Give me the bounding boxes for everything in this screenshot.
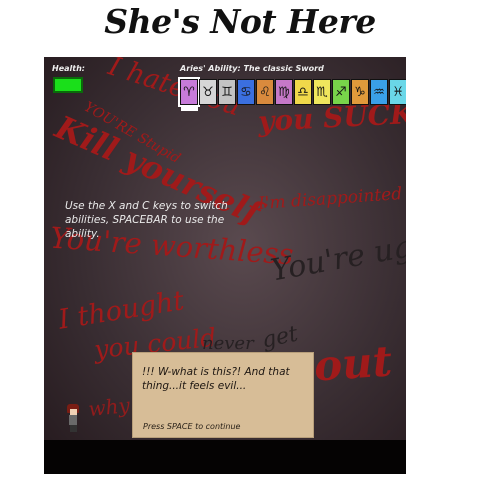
health-label: Health: (52, 64, 85, 73)
pisces-icon[interactable]: ♓ (389, 79, 406, 105)
dialog-continue-prompt: Press SPACE to continue (143, 422, 241, 431)
page-title: She's Not Here (104, 2, 376, 41)
dialog-text: !!! W-what is this?! And that thing...it… (142, 366, 290, 392)
player-legs (70, 425, 77, 432)
graffiti-out: out (312, 336, 394, 391)
gemini-icon[interactable]: ♊ (218, 79, 236, 105)
graffiti-youre-ugly: You're ugly (268, 224, 406, 289)
virgo-icon[interactable]: ♍ (275, 79, 293, 105)
graffiti-i-thought: I thought (56, 285, 187, 336)
graffiti-get: get (259, 321, 301, 354)
game-canvas[interactable]: I hate you you SUCK YOU'RE Stupid Kill y… (44, 57, 406, 474)
capricorn-icon[interactable]: ♑ (351, 79, 369, 105)
aries-icon[interactable]: ♈ (178, 77, 200, 107)
instructions-text: Use the X and C keys to switch abilities… (65, 200, 228, 240)
libra-icon[interactable]: ♎ (294, 79, 312, 105)
zodiac-ability-bar[interactable]: ♈ ♉ ♊ ♋ ♌ ♍ ♎ ♏ ♐ ♑ ♒ ♓ (178, 77, 406, 107)
ability-selection-marker (181, 107, 198, 111)
graffiti-never: never (202, 333, 254, 354)
leo-icon[interactable]: ♌ (256, 79, 274, 105)
cancer-icon[interactable]: ♋ (237, 79, 255, 105)
aquarius-icon[interactable]: ♒ (370, 79, 388, 105)
player-character (67, 404, 79, 432)
graffiti-im-disappointed: I'm disappointed (257, 183, 403, 215)
ability-label: Aries' Ability: The classic Sword (180, 64, 324, 73)
dialog-box[interactable]: !!! W-what is this?! And that thing...it… (132, 352, 314, 438)
taurus-icon[interactable]: ♉ (199, 79, 217, 105)
graffiti-youre-stupid: YOU'RE Stupid (81, 99, 183, 167)
sagittarius-icon[interactable]: ♐ (332, 79, 350, 105)
scorpio-icon[interactable]: ♏ (313, 79, 331, 105)
health-bar (53, 77, 83, 93)
player-body (69, 415, 77, 425)
ground (44, 440, 406, 474)
